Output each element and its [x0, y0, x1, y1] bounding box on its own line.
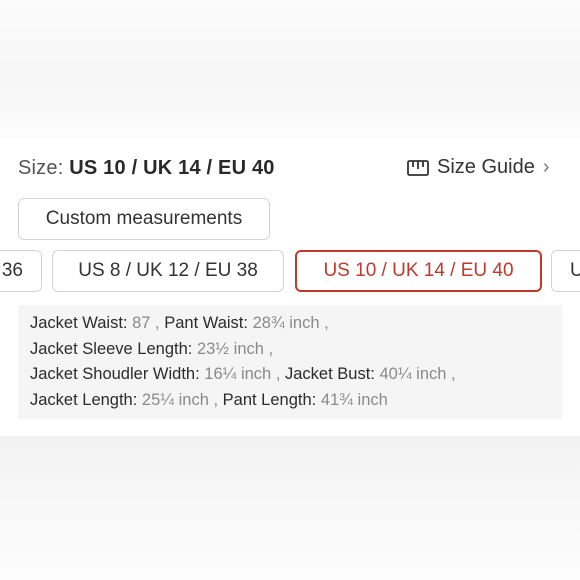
- jacket-waist-value: 87: [132, 314, 151, 332]
- jacket-length-label: Jacket Length:: [30, 390, 138, 409]
- jacket-waist-label: Jacket Waist:: [30, 314, 128, 332]
- pant-waist-label: Pant Waist:: [164, 314, 248, 332]
- size-option-previous[interactable]: 36: [0, 250, 42, 292]
- measure-line-4: Jacket Length: 25¼ inch , Pant Length: 4…: [30, 390, 388, 409]
- jacket-bust-label: Jacket Bust:: [285, 365, 375, 383]
- ruler-icon: [407, 159, 429, 176]
- measure-line-3: Jacket Shoudler Width: 16¼ inch , Jacket…: [30, 365, 456, 383]
- jacket-shoulder-label: Jacket Shoudler Width:: [30, 365, 200, 383]
- background-top: [0, 0, 580, 140]
- jacket-sleeve-label: Jacket Sleeve Length:: [30, 339, 193, 358]
- size-option-us10-selected[interactable]: US 10 / UK 14 / EU 40: [295, 250, 542, 292]
- chevron-right-icon: ›: [542, 156, 550, 178]
- pant-length-value: 41¾ inch: [320, 390, 388, 409]
- selected-size-row: Size: US 10 / UK 14 / EU 40: [18, 157, 275, 180]
- custom-measurements-button[interactable]: Custom measurements: [18, 198, 270, 240]
- measurements-box: Jacket Waist: 87 , Pant Waist: 28¾ inch …: [18, 305, 562, 419]
- size-option-us8[interactable]: US 8 / UK 12 / EU 38: [52, 250, 284, 292]
- size-guide-link[interactable]: Size Guide ›: [407, 156, 550, 179]
- selected-size-value: US 10 / UK 14 / EU 40: [69, 157, 275, 179]
- size-label: Size:: [18, 157, 64, 179]
- pant-waist-value: 28¾ inch: [252, 314, 320, 332]
- jacket-shoulder-value: 16¼ inch: [204, 365, 272, 383]
- measure-line-2: Jacket Sleeve Length: 23½ inch ,: [30, 339, 274, 358]
- jacket-bust-value: 40¼ inch: [379, 365, 447, 383]
- jacket-length-value: 25¼ inch: [141, 390, 209, 409]
- size-options-carousel: 36 US 8 / UK 12 / EU 38 US 10 / UK 14 / …: [0, 250, 580, 292]
- size-option-next[interactable]: U: [551, 250, 580, 292]
- measure-line-1: Jacket Waist: 87 , Pant Waist: 28¾ inch …: [30, 314, 329, 332]
- background-bottom: [0, 436, 580, 580]
- jacket-sleeve-value: 23½ inch: [196, 339, 264, 358]
- size-guide-label: Size Guide: [437, 156, 535, 178]
- pant-length-label: Pant Length:: [222, 390, 317, 409]
